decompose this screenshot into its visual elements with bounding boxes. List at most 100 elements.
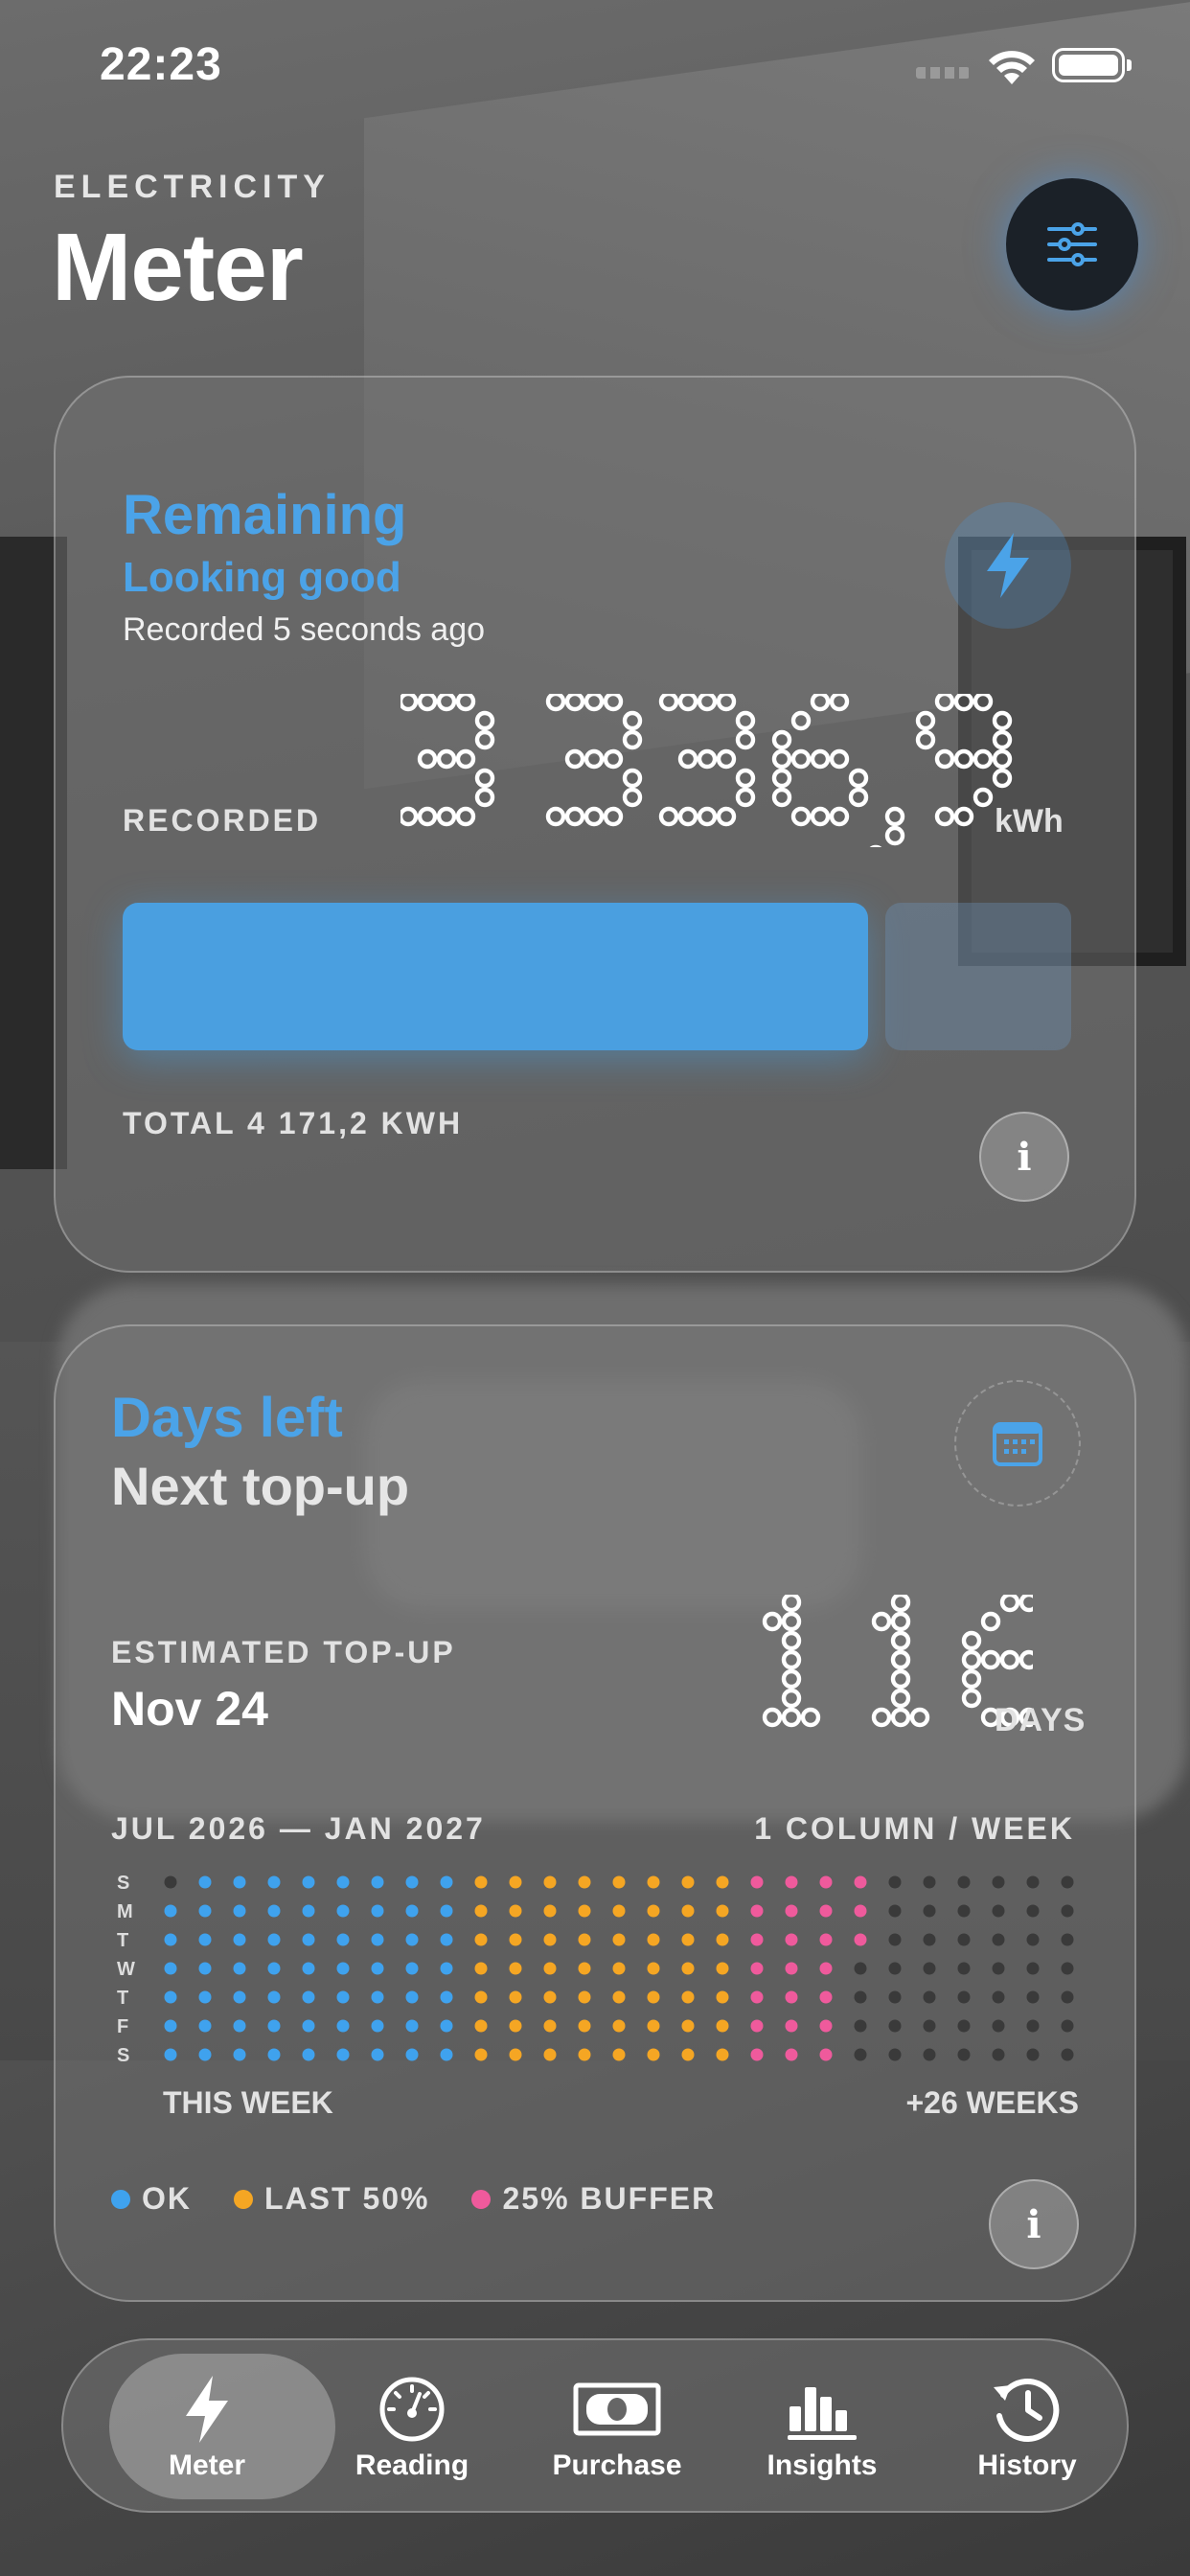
week-day-dot (1026, 1933, 1040, 1946)
this-week-label: THIS WEEK (163, 2085, 333, 2120)
remaining-info-button[interactable]: i (979, 1112, 1069, 1202)
digit-dot (771, 748, 792, 770)
settings-button[interactable] (1006, 178, 1138, 310)
week-day-dot (785, 1904, 798, 1918)
digit-dot (735, 729, 756, 750)
digit-dot (890, 1688, 911, 1709)
digit-dot (953, 748, 974, 770)
week-day-dot (923, 2048, 936, 2061)
week-day-dot (405, 1904, 419, 1918)
week-day-dot (371, 1933, 384, 1946)
week-day-dot (474, 2048, 488, 2061)
digit-dot (564, 694, 585, 712)
digit-dot (677, 748, 698, 770)
remaining-card[interactable]: Remaining Looking good Recorded 5 second… (54, 376, 1136, 1273)
digit-dot (622, 787, 643, 808)
sliders-icon (1047, 222, 1097, 266)
tab-reading[interactable]: Reading (307, 2340, 517, 2515)
digit-dot (790, 710, 812, 731)
week-day-dot (543, 1875, 557, 1889)
week-day-dot (509, 1962, 522, 1975)
digit-dot (992, 768, 1013, 789)
digit-dot (790, 806, 812, 827)
legend-label: 25% BUFFER (502, 2181, 717, 2216)
week-day-dot (198, 1875, 212, 1889)
digit-dot (973, 787, 994, 808)
remaining-bar-fill (123, 903, 868, 1050)
digit-dot (697, 748, 718, 770)
week-day-dot (164, 2048, 177, 2061)
digit-dot (716, 694, 737, 712)
week-day-dot (1061, 1904, 1074, 1918)
week-day-dot (750, 1904, 764, 1918)
legend-label: OK (142, 2181, 192, 2216)
days-left-card[interactable]: Days left Next top-up ESTIMATED TOP-UP N… (54, 1324, 1136, 2302)
recorded-label: RECORDED (123, 803, 322, 838)
tab-history[interactable]: History (922, 2340, 1133, 2515)
week-day-dot (198, 1962, 212, 1975)
week-day-dot (440, 2019, 453, 2033)
days-value (762, 1595, 1033, 1728)
wifi-icon (989, 51, 1035, 84)
days-info-button[interactable]: i (989, 2179, 1079, 2269)
week-day-dot (854, 2019, 867, 2033)
week-day-dot (750, 1962, 764, 1975)
tab-purchase[interactable]: Purchase (512, 2340, 722, 2515)
tab-insights[interactable]: Insights (717, 2340, 927, 2515)
digit-dot (417, 694, 438, 712)
digit-dot (999, 1649, 1020, 1670)
week-day-dot (233, 2019, 246, 2033)
digit-dot (848, 787, 869, 808)
week-day-dot (819, 2019, 833, 2033)
bolt-icon (186, 2376, 228, 2443)
week-day-dot (1026, 2048, 1040, 2061)
weekday-label: F (117, 2016, 129, 2037)
tab-meter[interactable]: Meter (102, 2340, 335, 2515)
week-day-dot (957, 2048, 971, 2061)
week-day-dot (1026, 1875, 1040, 1889)
week-day-dot (923, 1990, 936, 2004)
column-note: 1 COLUMN / WEEK (754, 1811, 1075, 1846)
week-day-dot (302, 1904, 315, 1918)
week-day-dot (888, 1962, 902, 1975)
week-day-dot (267, 1875, 281, 1889)
week-day-dot (267, 2019, 281, 2033)
week-day-dot (302, 1990, 315, 2004)
digit-dot (436, 748, 457, 770)
digit-dot (474, 710, 495, 731)
digit-dot (884, 825, 905, 846)
digit-dot (417, 748, 438, 770)
header-eyebrow: ELECTRICITY (54, 169, 331, 205)
week-day-dot (164, 1990, 177, 2004)
bar-chart-icon (788, 2387, 857, 2440)
week-day-dot (647, 1875, 660, 1889)
tab-label: Purchase (552, 2450, 682, 2481)
week-day-dot (543, 1962, 557, 1975)
week-day-dot (198, 1904, 212, 1918)
week-day-dot (716, 1933, 729, 1946)
week-day-dot (267, 1933, 281, 1946)
week-day-dot (612, 1962, 626, 1975)
week-day-dot (612, 1933, 626, 1946)
digit-dot (400, 806, 419, 827)
week-day-dot (647, 1933, 660, 1946)
digit-dot (992, 710, 1013, 731)
week-day-dot (371, 1875, 384, 1889)
digit-dot (871, 1707, 892, 1728)
week-day-dot (302, 1933, 315, 1946)
week-day-dot (716, 1904, 729, 1918)
week-day-dot (509, 1875, 522, 1889)
week-day-dot (854, 1962, 867, 1975)
digit-dot (436, 694, 457, 712)
week-day-dot (785, 1875, 798, 1889)
digit-dot (810, 806, 831, 827)
digit-dot (829, 806, 850, 827)
digit-dot (455, 806, 476, 827)
signal-icon (916, 67, 970, 79)
estimate-label: ESTIMATED TOP-UP (111, 1635, 456, 1669)
week-day-dot (440, 2048, 453, 2061)
week-day-dot (440, 1875, 453, 1889)
week-day-dot (405, 2019, 419, 2033)
week-day-dot (371, 2048, 384, 2061)
digit-dot (436, 806, 457, 827)
